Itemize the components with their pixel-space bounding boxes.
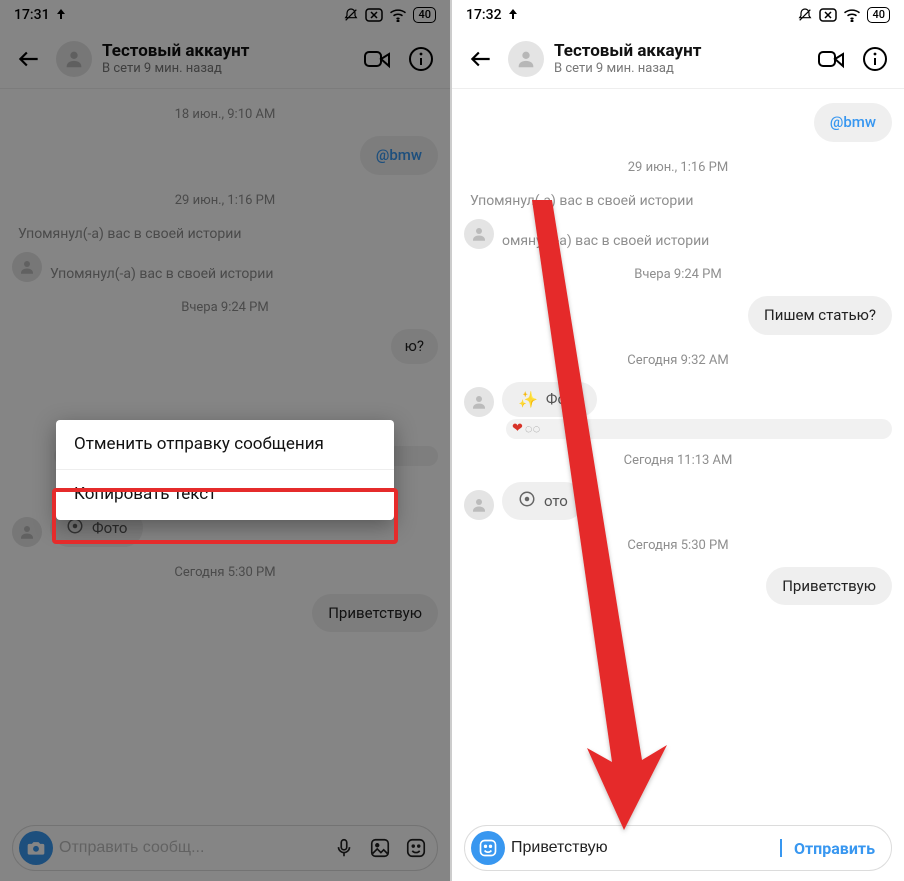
upload-icon (56, 8, 66, 22)
photo-icon: ✨ (518, 390, 538, 409)
chat-avatar[interactable] (508, 41, 544, 77)
photo-bubble[interactable]: ото (502, 482, 584, 520)
video-call-button[interactable] (814, 42, 848, 76)
composer-inner[interactable] (12, 825, 438, 871)
messages-area[interactable]: @bmw 29 июн., 1:16 PM Упомянул(-а) вас в… (452, 89, 904, 819)
status-time: 17:31 (14, 7, 50, 23)
story-mention: Упомянул(-а) вас в своей истории (50, 266, 273, 282)
sticker-icon[interactable] (401, 833, 431, 863)
message-row: омянул(-а) вас в своей истории (464, 219, 892, 249)
sent-bubble[interactable]: Приветствую (766, 567, 892, 606)
date-separator: 29 июн., 1:16 PM (464, 160, 892, 175)
chat-title: Тестовый аккаунт (554, 41, 804, 61)
photo-label: Фото (92, 519, 127, 537)
back-button[interactable] (12, 42, 46, 76)
close-box-icon (365, 8, 383, 22)
message-avatar[interactable] (464, 219, 494, 249)
sticker-button[interactable] (471, 831, 505, 865)
date-separator: Сегодня 5:30 PM (464, 538, 892, 553)
message-input[interactable] (511, 839, 782, 857)
upload-icon (508, 8, 518, 22)
menu-item-copy-text[interactable]: Копировать текст (56, 469, 394, 519)
send-button[interactable]: Отправить (788, 839, 885, 858)
sent-bubble[interactable]: Пишем статью? (748, 296, 892, 335)
sent-bubble-partial[interactable]: ю? (391, 329, 438, 364)
date-separator: Вчера 9:24 PM (464, 267, 892, 282)
photo-icon (518, 490, 536, 512)
message-row: Приветствую (12, 594, 438, 633)
sent-bubble[interactable]: Приветствую (312, 594, 438, 633)
chat-header: Тестовый аккаунт В сети 9 мин. назад (452, 30, 904, 88)
composer (0, 819, 450, 881)
status-bar: 17:31 40 (0, 0, 450, 30)
camera-button[interactable] (19, 831, 53, 865)
message-row: @bmw (464, 103, 892, 142)
story-mention: Упомянул(-а) вас в своей истории (470, 193, 892, 209)
sent-bubble[interactable]: @bmw (360, 136, 438, 175)
composer-inner[interactable]: Отправить (464, 825, 892, 871)
message-input[interactable] (59, 839, 323, 857)
message-row: ✨ Фото (464, 382, 892, 417)
chat-subtitle: В сети 9 мин. назад (102, 61, 350, 77)
chat-avatar[interactable] (56, 41, 92, 77)
date-separator: Сегодня 5:30 PM (12, 565, 438, 580)
sent-bubble[interactable]: @bmw (814, 103, 892, 142)
context-menu: Отменить отправку сообщения Копировать т… (56, 420, 394, 520)
composer: Отправить (452, 819, 904, 881)
date-separator: 18 июн., 9:10 AM (12, 107, 438, 122)
message-row: Упомянул(-а) вас в своей истории (12, 252, 438, 282)
chat-title-block[interactable]: Тестовый аккаунт В сети 9 мин. назад (554, 41, 804, 77)
reaction-avatar-icon: ◌◌ (525, 421, 540, 437)
dnd-icon (343, 7, 359, 23)
message-row: Пишем статью? (464, 296, 892, 335)
message-avatar[interactable] (464, 490, 494, 520)
photo-label: ото (544, 492, 568, 510)
mic-icon[interactable] (329, 833, 359, 863)
gallery-icon[interactable] (365, 833, 395, 863)
chat-subtitle: В сети 9 мин. назад (554, 61, 804, 77)
date-separator: Сегодня 9:32 AM (464, 353, 892, 368)
chat-header: Тестовый аккаунт В сети 9 мин. назад (0, 30, 450, 88)
close-box-icon (819, 8, 837, 22)
date-separator: Вчера 9:24 PM (12, 300, 438, 315)
photo-icon (66, 517, 84, 539)
message-row: Приветствую (464, 567, 892, 606)
chat-title: Тестовый аккаунт (102, 41, 350, 61)
date-separator: Сегодня 11:13 AM (464, 453, 892, 468)
status-time: 17:32 (466, 7, 502, 23)
battery-indicator: 40 (867, 7, 890, 23)
phone-right: 17:32 40 Тестовый аккаунт В сети 9 мин. … (452, 0, 904, 881)
back-button[interactable] (464, 42, 498, 76)
photo-bubble[interactable]: ✨ Фото (502, 382, 597, 417)
story-mention: омянул(-а) вас в своей истории (502, 233, 709, 249)
wifi-icon (843, 8, 861, 22)
chat-title-block[interactable]: Тестовый аккаунт В сети 9 мин. назад (102, 41, 350, 77)
menu-item-unsend[interactable]: Отменить отправку сообщения (56, 420, 394, 469)
story-mention: Упомянул(-а) вас в своей истории (18, 226, 438, 242)
photo-label: Фото (546, 390, 581, 408)
battery-indicator: 40 (413, 7, 436, 23)
message-row: ю? (12, 329, 438, 364)
video-call-button[interactable] (360, 42, 394, 76)
message-row: @bmw (12, 136, 438, 175)
info-button[interactable] (404, 42, 438, 76)
heart-icon: ❤ (512, 421, 523, 436)
status-bar: 17:32 40 (452, 0, 904, 30)
info-button[interactable] (858, 42, 892, 76)
date-separator: 29 июн., 1:16 PM (12, 193, 438, 208)
message-avatar[interactable] (12, 517, 42, 547)
reaction-bar[interactable]: ❤ ◌◌ (506, 419, 892, 439)
phone-left: 17:31 40 Тестовый аккаунт В сети 9 мин. … (0, 0, 452, 881)
message-avatar[interactable] (12, 252, 42, 282)
message-avatar[interactable] (464, 387, 494, 417)
wifi-icon (389, 8, 407, 22)
message-row: ото (464, 482, 892, 520)
dnd-icon (797, 7, 813, 23)
